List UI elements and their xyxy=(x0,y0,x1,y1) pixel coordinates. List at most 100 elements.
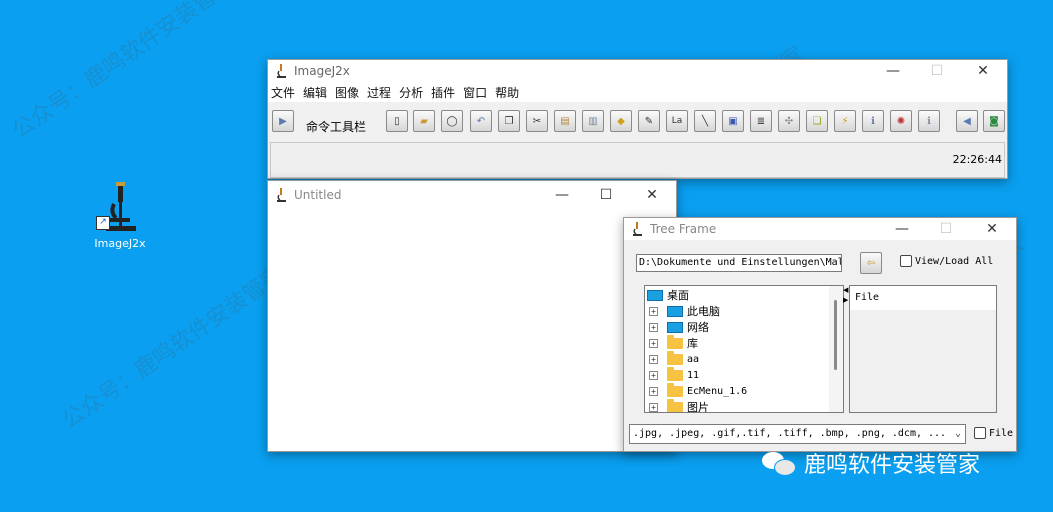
color-wheel-icon[interactable]: ✺ xyxy=(890,110,912,132)
main-titlebar[interactable]: ImageJ2x — ☐ ✕ xyxy=(268,60,1007,82)
expand-icon[interactable]: + xyxy=(649,338,658,348)
cut-icon[interactable]: ✂ xyxy=(526,110,548,132)
brand-text: 鹿鸣软件安装管家 xyxy=(804,453,981,478)
trash-icon[interactable]: ▥ xyxy=(582,110,604,132)
expand-icon[interactable]: + xyxy=(649,306,658,316)
view-load-all-label: View/Load All xyxy=(915,255,994,267)
window-title: Untitled xyxy=(294,188,342,202)
copy-icon[interactable]: ❐ xyxy=(498,110,520,132)
folder-icon xyxy=(667,398,683,412)
tree-frame-window: Tree Frame — ☐ ✕ D:\Dokumente und Einste… xyxy=(623,217,1017,452)
microscope-icon xyxy=(272,62,290,80)
monitor-icon xyxy=(667,305,683,317)
tree-item[interactable]: +11 xyxy=(649,366,699,383)
watermark: 公众号：鹿鸣软件安装管家 xyxy=(8,0,239,145)
close-button[interactable]: ✕ xyxy=(965,60,1001,82)
expand-icon[interactable]: + xyxy=(649,370,658,380)
new-file-icon[interactable]: ▯ xyxy=(386,110,408,132)
fill-icon[interactable]: ◆ xyxy=(610,110,632,132)
open-folder-icon[interactable]: ▰ xyxy=(413,110,435,132)
tree-item[interactable]: + aa xyxy=(649,350,699,367)
folder-up-icon[interactable]: ⇦ xyxy=(860,252,882,274)
tree-item-desktop[interactable]: 桌面 xyxy=(647,287,689,303)
tree-item[interactable]: + 图片 xyxy=(649,398,709,412)
desktop-icon-label: ImageJ2x xyxy=(94,237,146,250)
tree-item[interactable]: + 此电脑 xyxy=(649,303,720,319)
menu-edit[interactable]: 编辑 xyxy=(303,84,327,101)
window-title: ImageJ2x xyxy=(294,64,350,78)
undo-icon[interactable]: ↶ xyxy=(470,110,492,132)
imagej-main-window: ImageJ2x — ☐ ✕ 文件 编辑 图像 过程 分析 插件 窗口 帮助 ▶… xyxy=(267,59,1008,179)
menu-plugins[interactable]: 插件 xyxy=(431,84,455,101)
untitled-titlebar[interactable]: Untitled — ☐ ✕ xyxy=(268,181,676,209)
watermark: 公众号：鹿鸣软件安装管家 xyxy=(58,262,289,435)
file-checkbox[interactable]: File xyxy=(974,427,1013,439)
brand-watermark: 鹿鸣软件安装管家 xyxy=(762,447,980,479)
file-list[interactable]: File xyxy=(849,285,997,413)
menu-help[interactable]: 帮助 xyxy=(495,84,519,101)
toolbar: ▶ 命令工具栏 ▯ ▰ ◯ ↶ ❐ ✂ ▤ ▥ ◆ ✎ La ╲ ▣ ≣ ✣ ❏… xyxy=(268,104,1007,138)
tree-frame-titlebar[interactable]: Tree Frame — ☐ ✕ xyxy=(624,218,1016,240)
checkbox-box[interactable] xyxy=(974,427,986,439)
tree-scrollbar[interactable] xyxy=(829,286,843,412)
directory-tree[interactable]: 桌面 + 此电脑 + 网络 + 库 + aa +11 + EcMenu_1.6 + 图片 xyxy=(644,285,844,413)
magnifier-icon[interactable]: ◙ xyxy=(983,110,1005,132)
tree-item[interactable]: + 网络 xyxy=(649,319,709,335)
line-tool-icon[interactable]: ╲ xyxy=(694,110,716,132)
menu-process[interactable]: 过程 xyxy=(367,84,391,101)
minimize-button[interactable]: — xyxy=(875,60,911,82)
path-input[interactable]: D:\Dokumente und Einstellungen\Mal xyxy=(636,254,842,272)
view-load-all-checkbox[interactable]: View/Load All xyxy=(900,255,993,267)
tree-item[interactable]: + EcMenu_1.6 xyxy=(649,382,747,399)
chevron-down-icon[interactable]: ⌄ xyxy=(955,425,961,443)
expand-icon[interactable]: + xyxy=(649,402,658,412)
maximize-button[interactable]: ☐ xyxy=(919,60,955,82)
file-filter-select[interactable]: .jpg, .jpeg, .gif,.tif, .tiff, .bmp, .pn… xyxy=(629,424,966,444)
file-list-header: File xyxy=(850,286,996,310)
checkbox-box[interactable] xyxy=(900,255,912,267)
layers-icon[interactable]: ❏ xyxy=(806,110,828,132)
maximize-button[interactable]: ☐ xyxy=(588,181,624,209)
menu-window[interactable]: 窗口 xyxy=(463,84,487,101)
lightning-icon[interactable]: ⚡ xyxy=(834,110,856,132)
shortcut-arrow-icon: ↗ xyxy=(96,216,110,230)
window-title: Tree Frame xyxy=(650,222,717,236)
maximize-button[interactable]: ☐ xyxy=(928,218,964,240)
file-filter-value: .jpg, .jpeg, .gif,.tif, .tiff, .bmp, .pn… xyxy=(633,428,947,439)
expand-icon[interactable]: + xyxy=(649,386,658,396)
untitled-canvas[interactable] xyxy=(268,209,676,451)
tree-item[interactable]: + 库 xyxy=(649,334,698,351)
expand-icon[interactable]: + xyxy=(649,354,658,364)
puzzle-icon[interactable]: ✣ xyxy=(778,110,800,132)
info-icon[interactable]: ℹ xyxy=(862,110,884,132)
arrow-left-icon[interactable]: ◀ xyxy=(956,110,978,132)
wechat-icon xyxy=(762,450,796,476)
menu-file[interactable]: 文件 xyxy=(271,84,295,101)
monitor-icon xyxy=(647,289,663,301)
menu-analyze[interactable]: 分析 xyxy=(399,84,423,101)
folder-icon xyxy=(667,350,683,365)
scrollbar-thumb[interactable] xyxy=(834,300,837,370)
menu-image[interactable]: 图像 xyxy=(335,84,359,101)
close-button[interactable]: ✕ xyxy=(974,218,1010,240)
folder-icon xyxy=(667,382,683,397)
clock: 22:26:44 xyxy=(952,153,1002,166)
minimize-button[interactable]: — xyxy=(544,181,580,209)
close-button[interactable]: ✕ xyxy=(634,181,670,209)
oval-select-icon[interactable]: ◯ xyxy=(441,110,463,132)
expand-icon[interactable]: + xyxy=(649,322,658,332)
notes-icon[interactable]: ≣ xyxy=(750,110,772,132)
minimize-button[interactable]: — xyxy=(884,218,920,240)
untitled-window: Untitled — ☐ ✕ xyxy=(267,180,677,452)
microscope-icon xyxy=(628,220,646,238)
desktop-icon-imagej2x[interactable]: ↗ ImageJ2x xyxy=(88,182,152,250)
folder-icon xyxy=(667,334,683,349)
status-bar: 22:26:44 xyxy=(270,142,1005,178)
play-icon[interactable]: ▶ xyxy=(272,110,294,132)
toolbar-label: 命令工具栏 xyxy=(306,120,367,134)
document-icon[interactable]: ▣ xyxy=(722,110,744,132)
info-icon[interactable]: ℹ xyxy=(918,110,940,132)
text-tool-icon[interactable]: La xyxy=(666,110,688,132)
paste-icon[interactable]: ▤ xyxy=(554,110,576,132)
pencil-icon[interactable]: ✎ xyxy=(638,110,660,132)
